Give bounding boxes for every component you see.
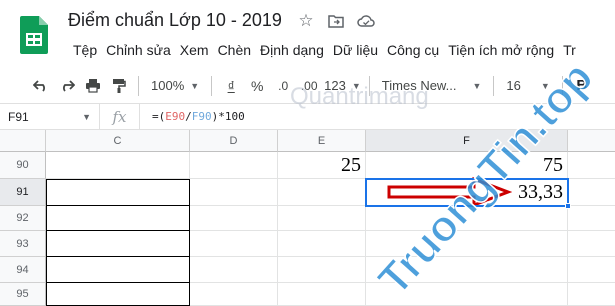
row-header-94[interactable]: 94 bbox=[0, 257, 46, 283]
toolbar-divider bbox=[493, 75, 495, 96]
formula-prefix: =( bbox=[152, 110, 166, 123]
zoom-value: 100% bbox=[151, 78, 185, 93]
cell-g93[interactable] bbox=[568, 231, 615, 257]
currency-format-button[interactable]: ₫ bbox=[218, 72, 244, 100]
cell-e95[interactable] bbox=[278, 283, 366, 306]
font-size-value: 16 bbox=[506, 78, 521, 93]
formula-ref-e90: E90 bbox=[165, 110, 186, 123]
percent-format-button[interactable]: % bbox=[244, 72, 270, 100]
menu-tools[interactable]: Công cụ bbox=[384, 40, 445, 60]
cell-d94[interactable] bbox=[190, 257, 278, 283]
title-bar: Điểm chuẩn Lớp 10 - 2019 ☆ Tệp Chỉnh sửa… bbox=[0, 0, 615, 68]
chevron-down-icon: ▼ bbox=[540, 80, 550, 91]
cell-e91[interactable] bbox=[278, 179, 366, 206]
menu-view[interactable]: Xem bbox=[177, 40, 215, 60]
cell-e94[interactable] bbox=[278, 257, 366, 283]
cell-d92[interactable] bbox=[190, 206, 278, 231]
menu-bar: Tệp Chỉnh sửa Xem Chèn Định dạng Dữ liệu… bbox=[70, 40, 582, 60]
menu-edit[interactable]: Chỉnh sửa bbox=[103, 40, 177, 60]
move-folder-icon[interactable] bbox=[326, 10, 346, 32]
paint-format-icon[interactable] bbox=[106, 72, 132, 100]
formula-suffix: )*100 bbox=[211, 110, 245, 123]
cell-f94[interactable] bbox=[366, 257, 568, 283]
formula-ref-f90: F90 bbox=[191, 110, 212, 123]
row-header-90[interactable]: 90 bbox=[0, 152, 46, 179]
column-header-next[interactable] bbox=[568, 130, 615, 152]
cell-f92[interactable] bbox=[366, 206, 568, 231]
cell-g90[interactable] bbox=[568, 152, 615, 179]
spreadsheet-grid: C D E F 90 91 92 93 94 95 25 75 33,33 bbox=[0, 130, 615, 306]
font-size-select[interactable]: 16 ▼ bbox=[500, 78, 555, 93]
menu-format[interactable]: Định dạng bbox=[257, 40, 330, 60]
row-header-92[interactable]: 92 bbox=[0, 206, 46, 231]
sheets-logo-icon[interactable] bbox=[20, 16, 48, 54]
cell-c90[interactable] bbox=[46, 152, 190, 179]
redo-icon[interactable] bbox=[54, 72, 80, 100]
print-icon[interactable] bbox=[80, 72, 106, 100]
grid-corner[interactable] bbox=[0, 130, 46, 152]
cell-e90[interactable]: 25 bbox=[278, 152, 366, 179]
star-icon[interactable]: ☆ bbox=[296, 10, 316, 32]
cell-e92[interactable] bbox=[278, 206, 366, 231]
cell-g94[interactable] bbox=[568, 257, 615, 283]
cell-f90[interactable]: 75 bbox=[366, 152, 568, 179]
cell-c94[interactable] bbox=[46, 257, 190, 283]
chevron-down-icon: ▼ bbox=[351, 80, 361, 91]
bold-button[interactable]: B bbox=[569, 72, 595, 100]
cell-c92[interactable] bbox=[46, 206, 190, 231]
more-formats-label: 123 bbox=[324, 78, 346, 93]
toolbar-divider bbox=[138, 75, 139, 96]
toolbar-divider bbox=[561, 75, 563, 96]
column-header-e[interactable]: E bbox=[278, 130, 366, 152]
fill-handle[interactable] bbox=[565, 203, 571, 209]
cell-c93[interactable] bbox=[46, 231, 190, 257]
chevron-down-icon: ▼ bbox=[190, 80, 200, 91]
cell-d91[interactable] bbox=[190, 179, 278, 206]
cell-c91[interactable] bbox=[46, 179, 190, 206]
row-header-93[interactable]: 93 bbox=[0, 231, 46, 257]
column-header-f[interactable]: F bbox=[366, 130, 568, 152]
cell-g91[interactable] bbox=[568, 179, 615, 206]
toolbar: 100% ▼ ₫ % .0 .00 123 ▼ Times New... ▼ 1… bbox=[0, 68, 615, 104]
formula-slash: / bbox=[185, 110, 192, 123]
cell-d95[interactable] bbox=[190, 283, 278, 306]
more-formats-select[interactable]: 123 ▼ bbox=[322, 78, 363, 93]
column-header-d[interactable]: D bbox=[190, 130, 278, 152]
toolbar-divider bbox=[211, 75, 213, 96]
font-family-value: Times New... bbox=[381, 78, 457, 93]
decrease-decimal-button[interactable]: .0 bbox=[270, 72, 296, 100]
row-header-95[interactable]: 95 bbox=[0, 283, 46, 306]
cell-f95[interactable] bbox=[366, 283, 568, 306]
cloud-status-icon[interactable] bbox=[356, 10, 376, 32]
cell-d93[interactable] bbox=[190, 231, 278, 257]
formula-input[interactable]: =(E90/F90)*100 bbox=[140, 110, 245, 123]
cell-f91[interactable]: 33,33 bbox=[366, 179, 568, 206]
cell-c95[interactable] bbox=[46, 283, 190, 306]
fx-icon: fx bbox=[100, 103, 140, 130]
cell-g95[interactable] bbox=[568, 283, 615, 306]
row-header-91[interactable]: 91 bbox=[0, 179, 46, 206]
cell-d90[interactable] bbox=[190, 152, 278, 179]
cell-reference: F91 bbox=[8, 109, 29, 124]
toolbar-divider bbox=[368, 75, 370, 96]
undo-icon[interactable] bbox=[28, 72, 54, 100]
menu-insert[interactable]: Chèn bbox=[215, 40, 257, 60]
font-family-select[interactable]: Times New... ▼ bbox=[376, 78, 488, 93]
zoom-select[interactable]: 100% ▼ bbox=[145, 78, 205, 93]
chevron-down-icon: ▼ bbox=[82, 111, 91, 122]
cell-f93[interactable] bbox=[366, 231, 568, 257]
increase-decimal-button[interactable]: .00 bbox=[296, 72, 322, 100]
menu-extensions[interactable]: Tiện ích mở rộng bbox=[445, 40, 560, 60]
chevron-down-icon: ▼ bbox=[472, 80, 482, 91]
name-box[interactable]: F91 ▼ bbox=[0, 103, 100, 130]
menu-data[interactable]: Dữ liệu bbox=[330, 40, 384, 60]
cell-e93[interactable] bbox=[278, 231, 366, 257]
menu-file[interactable]: Tệp bbox=[70, 40, 103, 60]
column-header-c[interactable]: C bbox=[46, 130, 190, 152]
menu-help[interactable]: Tr bbox=[560, 40, 582, 60]
formula-bar: F91 ▼ fx =(E90/F90)*100 bbox=[0, 103, 615, 130]
cell-g92[interactable] bbox=[568, 206, 615, 231]
document-title[interactable]: Điểm chuẩn Lớp 10 - 2019 bbox=[68, 10, 282, 31]
